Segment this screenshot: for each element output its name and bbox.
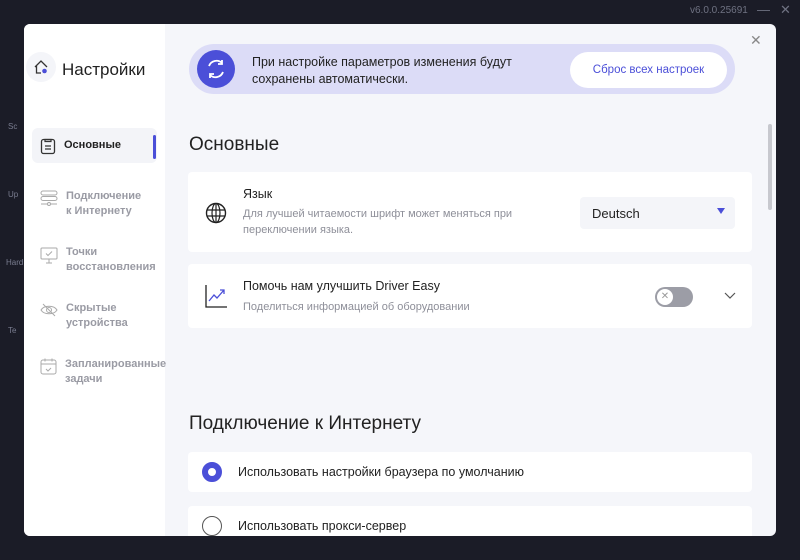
toggle-off-x-icon: ✕ bbox=[657, 289, 673, 305]
sync-icon bbox=[197, 50, 235, 88]
calendar-icon bbox=[40, 358, 57, 375]
window-close-button[interactable]: ✕ bbox=[780, 2, 791, 18]
active-indicator bbox=[153, 135, 156, 159]
settings-sidebar: Настройки Основные Подключение к Интерне… bbox=[24, 24, 165, 536]
autosave-banner: При настройке параметров изменения будут… bbox=[189, 44, 735, 94]
bg-nav-label: Up bbox=[8, 190, 18, 199]
sidebar-item-label: Скрытые устройства bbox=[66, 301, 149, 331]
close-dialog-button[interactable]: ✕ bbox=[750, 32, 762, 49]
reset-all-settings-button[interactable]: Сброс всех настроек bbox=[570, 52, 727, 88]
language-select[interactable]: Deutsch bbox=[580, 197, 735, 229]
radio-unselected[interactable] bbox=[202, 516, 222, 536]
sidebar-title: Настройки bbox=[62, 60, 145, 80]
option-label: Использовать настройки браузера по умолч… bbox=[238, 465, 524, 479]
proxy-option-custom[interactable]: Использовать прокси-сервер bbox=[188, 506, 752, 536]
sidebar-item-general[interactable]: Основные bbox=[32, 128, 157, 163]
dropdown-arrow-icon bbox=[717, 208, 725, 214]
trend-chart-icon bbox=[205, 284, 227, 308]
bg-nav-label: Te bbox=[8, 326, 16, 335]
bg-nav-label: Hard bbox=[6, 258, 23, 267]
language-description: Для лучшей читаемости шрифт может менять… bbox=[243, 206, 543, 238]
radio-selected[interactable] bbox=[202, 462, 222, 482]
improve-toggle[interactable]: ✕ bbox=[655, 287, 693, 307]
sidebar-item-restore-points[interactable]: Точки восстановления bbox=[32, 237, 157, 283]
bg-nav-label: Sc bbox=[8, 122, 17, 131]
monitor-check-icon bbox=[40, 246, 58, 264]
chevron-down-icon[interactable] bbox=[724, 292, 736, 300]
minimize-button[interactable]: — bbox=[757, 2, 770, 17]
sidebar-item-scheduled-tasks[interactable]: Запланированные задачи bbox=[32, 349, 157, 395]
home-settings-icon bbox=[26, 52, 56, 82]
improve-title: Помочь нам улучшить Driver Easy bbox=[243, 279, 440, 293]
scrollbar-thumb[interactable] bbox=[768, 124, 772, 210]
improve-description: Поделиться информацией об оборудовании bbox=[243, 299, 470, 315]
sidebar-item-internet[interactable]: Подключение к Интернету bbox=[32, 181, 157, 227]
option-label: Использовать прокси-сервер bbox=[238, 519, 406, 533]
language-title: Язык bbox=[243, 187, 272, 201]
sidebar-item-label: Запланированные задачи bbox=[65, 357, 166, 387]
clipboard-icon bbox=[40, 137, 56, 155]
improve-card: Помочь нам улучшить Driver Easy Поделить… bbox=[188, 264, 752, 328]
server-icon bbox=[40, 190, 58, 206]
background-app-sidebar: Sc Up Hard Te bbox=[0, 0, 24, 560]
language-card: Язык Для лучшей читаемости шрифт может м… bbox=[188, 172, 752, 252]
settings-dialog: Настройки Основные Подключение к Интерне… bbox=[24, 24, 776, 536]
section-heading-general: Основные bbox=[189, 134, 279, 156]
sidebar-item-label: Подключение к Интернету bbox=[66, 189, 149, 219]
proxy-option-default[interactable]: Использовать настройки браузера по умолч… bbox=[188, 452, 752, 492]
sidebar-item-label: Основные bbox=[64, 138, 121, 153]
section-heading-internet: Подключение к Интернету bbox=[189, 413, 421, 435]
sidebar-item-label: Точки восстановления bbox=[66, 245, 156, 275]
language-value: Deutsch bbox=[592, 206, 640, 221]
globe-icon bbox=[205, 202, 227, 224]
banner-text: При настройке параметров изменения будут… bbox=[252, 54, 522, 88]
sidebar-item-hidden-devices[interactable]: Скрытые устройства bbox=[32, 293, 157, 339]
version-label: v6.0.0.25691 bbox=[690, 5, 748, 16]
eye-off-icon bbox=[40, 302, 58, 318]
